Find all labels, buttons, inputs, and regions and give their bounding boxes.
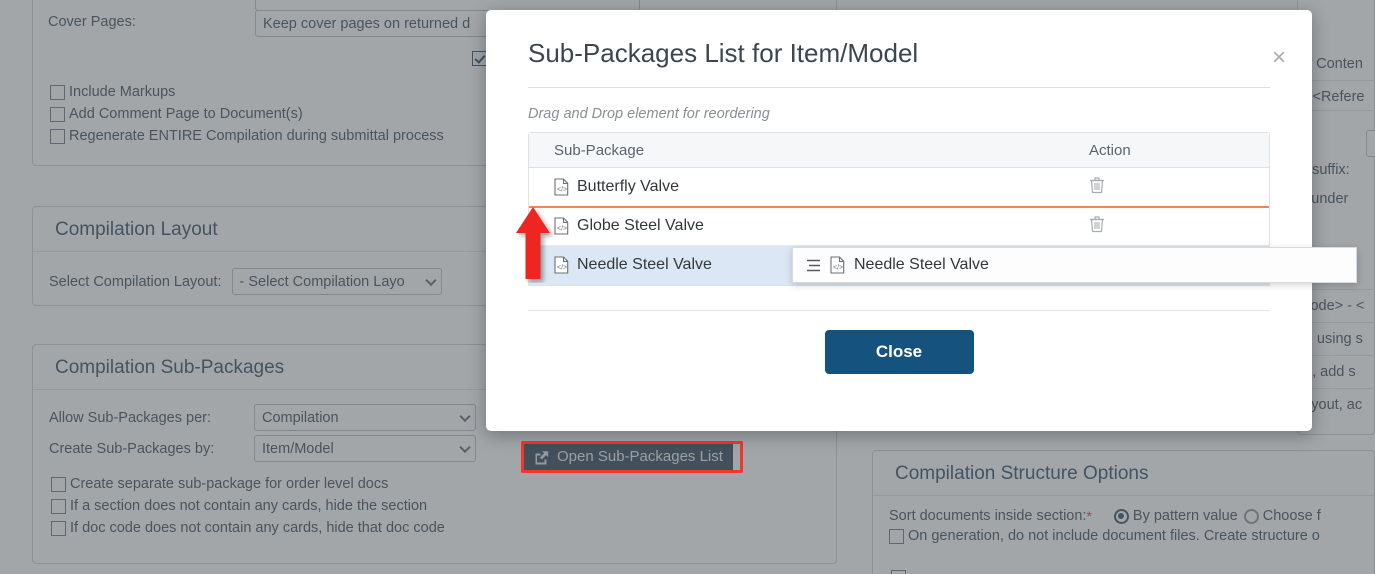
action-cell	[1084, 215, 1269, 238]
close-icon[interactable]: ×	[1272, 46, 1286, 70]
file-code-icon: </>	[554, 178, 569, 196]
subpackages-modal: Sub-Packages List for Item/Model × Drag …	[486, 10, 1312, 431]
file-code-icon: </>	[554, 256, 569, 274]
screen: Cover Pages: Keep cover pages on returne…	[0, 0, 1375, 574]
modal-title: Sub-Packages List for Item/Model	[528, 38, 919, 68]
modal-header-divider	[528, 87, 1270, 88]
subpackage-cell: </> Globe Steel Valve	[529, 217, 1084, 235]
svg-text:</>: </>	[833, 265, 843, 272]
svg-text:</>: </>	[557, 265, 567, 272]
column-header-action: Action	[1089, 141, 1131, 159]
drag-and-drop-note: Drag and Drop element for reordering	[528, 106, 770, 122]
drag-handle-icon	[807, 259, 820, 271]
drag-ghost-label: Needle Steel Valve	[854, 256, 989, 273]
table-row[interactable]: </> Butterfly Valve	[529, 168, 1269, 207]
trash-icon[interactable]	[1089, 215, 1105, 233]
svg-text:</>: </>	[557, 187, 567, 194]
file-code-icon: </>	[830, 256, 845, 274]
subpackage-cell: </> Butterfly Valve	[529, 178, 1084, 196]
drag-ghost-row[interactable]: </> Needle Steel Valve	[792, 247, 1357, 283]
subpackage-name: Needle Steel Valve	[577, 256, 712, 273]
subpackage-name: Butterfly Valve	[577, 178, 679, 195]
modal-footer-divider	[528, 310, 1270, 311]
svg-text:</>: </>	[557, 226, 567, 233]
subpackage-name: Globe Steel Valve	[577, 217, 704, 234]
table-header-row: Sub-Package Action	[529, 133, 1269, 168]
table-row[interactable]: </> Globe Steel Valve	[529, 206, 1269, 246]
file-code-icon: </>	[554, 217, 569, 235]
action-cell	[1084, 176, 1269, 199]
close-button[interactable]: Close	[824, 330, 974, 374]
column-header-subpackage: Sub-Package	[554, 141, 645, 159]
modal-header: Sub-Packages List for Item/Model ×	[486, 10, 1312, 70]
trash-icon[interactable]	[1089, 176, 1105, 194]
